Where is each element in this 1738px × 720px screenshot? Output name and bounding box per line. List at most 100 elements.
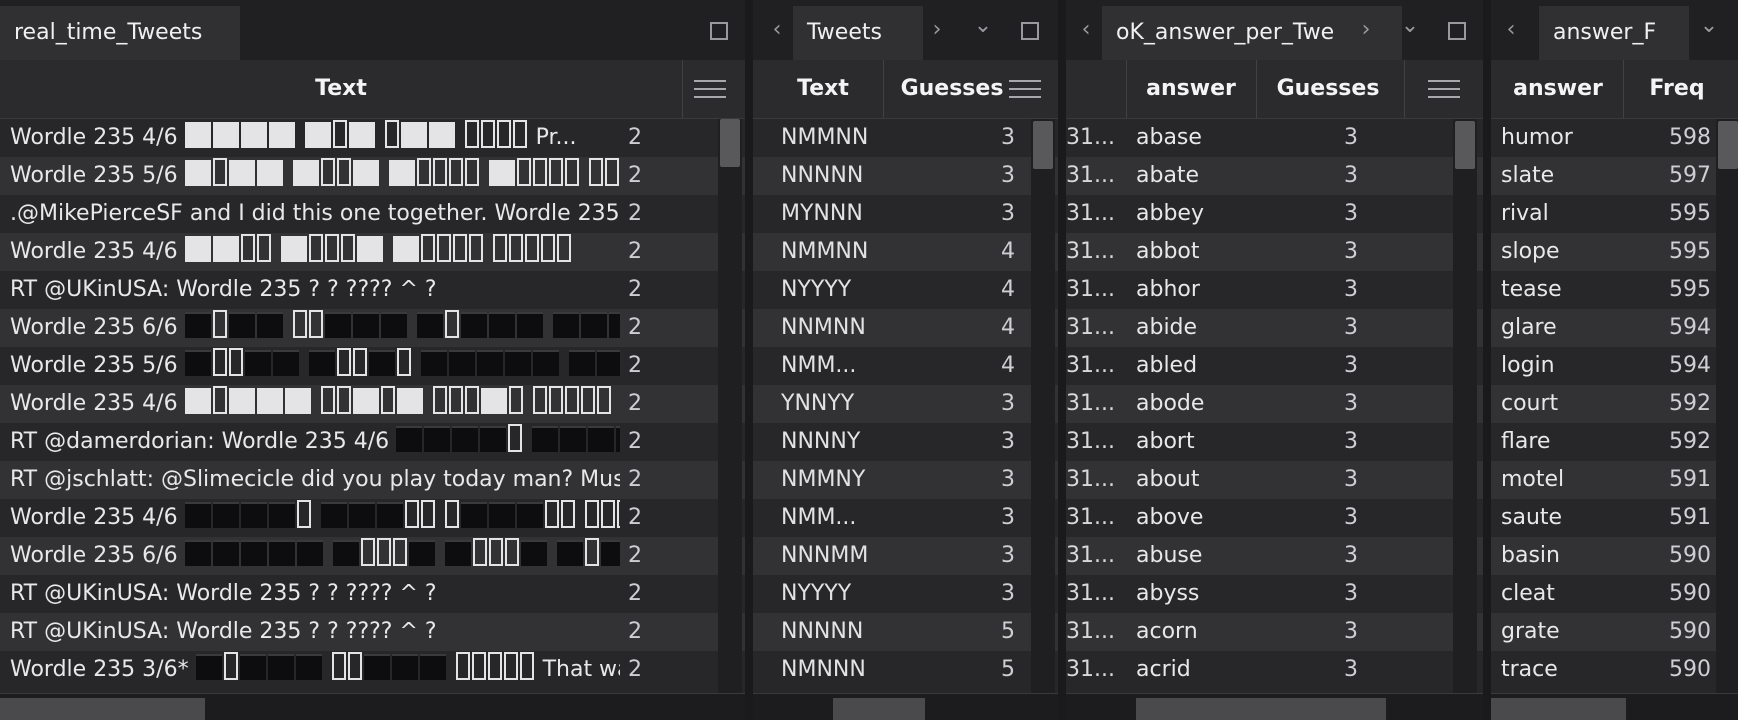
guesses-cell[interactable]: 3: [1266, 347, 1358, 385]
tab-answer-freq[interactable]: answer_F: [1539, 6, 1689, 60]
guesses-cell[interactable]: 3: [1266, 309, 1358, 347]
answer-cell[interactable]: saute: [1501, 499, 1611, 537]
table-row[interactable]: motel 591: [1491, 461, 1738, 499]
table-row[interactable]: flare 592: [1491, 423, 1738, 461]
guesses-cell[interactable]: 3: [903, 537, 1015, 575]
answer-cell[interactable]: cleat: [1501, 575, 1611, 613]
guesses-cell[interactable]: 3: [1266, 499, 1358, 537]
tweet-text-cell[interactable]: RT @UKinUSA: Wordle 235 ? ? ???? ^ ?: [10, 271, 620, 309]
id-cell[interactable]: 31...: [1066, 195, 1116, 233]
table-row[interactable]: NMMNN 3: [753, 119, 1058, 157]
guesses-cell[interactable]: 3: [1266, 537, 1358, 575]
table-row[interactable]: NNNNN 5: [753, 613, 1058, 651]
answer-cell[interactable]: abuse: [1136, 537, 1246, 575]
maximize-icon[interactable]: [1448, 22, 1466, 40]
tweet-text-cell[interactable]: Wordle 235 6/6: [10, 537, 620, 575]
guesses-cell[interactable]: 3: [1266, 575, 1358, 613]
horizontal-scrollbar[interactable]: [753, 693, 1058, 720]
menu-icon[interactable]: [1428, 74, 1460, 104]
answer-cell[interactable]: slope: [1501, 233, 1611, 271]
answer-cell[interactable]: above: [1136, 499, 1246, 537]
tweet-text-cell[interactable]: Wordle 235 4/6: [10, 499, 620, 537]
table-row[interactable]: 31... abbot 3: [1066, 233, 1483, 271]
answer-cell[interactable]: rival: [1501, 195, 1611, 233]
table-row[interactable]: RT @UKinUSA: Wordle 235 ? ? ???? ^ ? 2: [0, 575, 745, 613]
scroll-thumb[interactable]: [1033, 121, 1053, 169]
tweet-text-cell[interactable]: Wordle 235 4/6: [10, 385, 620, 423]
column-header-guesses[interactable]: Guesses: [1258, 60, 1398, 118]
table-row[interactable]: RT @damerdorian: Wordle 235 4/6 ... 2: [0, 423, 745, 461]
text-cell[interactable]: NYYYY: [781, 575, 891, 613]
table-row[interactable]: 31... above 3: [1066, 499, 1483, 537]
chevron-down-icon[interactable]: ⌄: [971, 14, 995, 38]
answer-cell[interactable]: motel: [1501, 461, 1611, 499]
freq-cell[interactable]: 590: [1631, 537, 1711, 575]
menu-icon[interactable]: [1009, 74, 1041, 104]
guesses-cell[interactable]: 4: [903, 347, 1015, 385]
chevron-down-icon[interactable]: ⌄: [1398, 14, 1422, 38]
text-cell[interactable]: NMNNN: [781, 651, 891, 689]
tab-tweets[interactable]: Tweets: [793, 6, 923, 60]
answer-cell[interactable]: abbey: [1136, 195, 1246, 233]
maximize-icon[interactable]: [710, 22, 728, 40]
table-row[interactable]: NMM... 3: [753, 499, 1058, 537]
table-row[interactable]: Wordle 235 4/6 2: [0, 385, 745, 423]
tweet-text-cell[interactable]: Wordle 235 6/6 ...: [10, 309, 620, 347]
tab-real-time-tweets[interactable]: real_time_Tweets: [0, 6, 240, 60]
table-row[interactable]: grate 590: [1491, 613, 1738, 651]
table-row[interactable]: tease 595: [1491, 271, 1738, 309]
table-row[interactable]: Wordle 235 6/6 2: [0, 537, 745, 575]
answer-cell[interactable]: glare: [1501, 309, 1611, 347]
tweet-text-cell[interactable]: RT @jschlatt: @Slimecicle did you play t…: [10, 461, 620, 499]
answer-cell[interactable]: about: [1136, 461, 1246, 499]
table-row[interactable]: 31... abhor 3: [1066, 271, 1483, 309]
freq-cell[interactable]: 592: [1631, 385, 1711, 423]
tweet-text-cell[interactable]: Wordle 235 5/6 ...: [10, 157, 620, 195]
id-cell[interactable]: 31...: [1066, 119, 1116, 157]
text-cell[interactable]: NNNMM: [781, 537, 891, 575]
answer-cell[interactable]: abase: [1136, 119, 1246, 157]
freq-cell[interactable]: 590: [1631, 575, 1711, 613]
tweet-text-cell[interactable]: .@MikePierceSF and I did this one togeth…: [10, 195, 620, 233]
guesses-cell[interactable]: 3: [903, 157, 1015, 195]
column-header-answer[interactable]: answer: [1491, 60, 1625, 118]
vertical-scrollbar[interactable]: [718, 119, 742, 694]
text-cell[interactable]: NNNNN: [781, 157, 891, 195]
table-row[interactable]: Wordle 235 5/6 ... 2: [0, 157, 745, 195]
answer-cell[interactable]: basin: [1501, 537, 1611, 575]
table-row[interactable]: YNNYY 3: [753, 385, 1058, 423]
answer-cell[interactable]: acorn: [1136, 613, 1246, 651]
column-header-text[interactable]: Text: [0, 60, 682, 118]
text-cell[interactable]: NMMNY: [781, 461, 891, 499]
guesses-cell[interactable]: 4: [903, 233, 1015, 271]
table-row[interactable]: 31... acrid 3: [1066, 651, 1483, 689]
table-row[interactable]: basin 590: [1491, 537, 1738, 575]
id-cell[interactable]: 31...: [1066, 537, 1116, 575]
chevron-left-icon[interactable]: ‹: [1499, 18, 1523, 42]
guesses-cell[interactable]: 3: [1266, 651, 1358, 689]
tweet-text-cell[interactable]: RT @UKinUSA: Wordle 235 ? ? ???? ^ ?: [10, 575, 620, 613]
table-row[interactable]: NMMNY 3: [753, 461, 1058, 499]
chevron-left-icon[interactable]: ‹: [765, 18, 789, 42]
freq-cell[interactable]: 594: [1631, 309, 1711, 347]
table-row[interactable]: glare 594: [1491, 309, 1738, 347]
table-row[interactable]: MYNNN 3: [753, 195, 1058, 233]
table-row[interactable]: Wordle 235 5/6 ... 2: [0, 347, 745, 385]
table-row[interactable]: .@MikePierceSF and I did this one togeth…: [0, 195, 745, 233]
scroll-thumb[interactable]: [1718, 121, 1738, 169]
answer-cell[interactable]: grate: [1501, 613, 1611, 651]
table-row[interactable]: 31... abode 3: [1066, 385, 1483, 423]
freq-cell[interactable]: 591: [1631, 461, 1711, 499]
answer-cell[interactable]: humor: [1501, 119, 1611, 157]
answer-cell[interactable]: abled: [1136, 347, 1246, 385]
id-cell[interactable]: 31...: [1066, 271, 1116, 309]
table-row[interactable]: 31... abled 3: [1066, 347, 1483, 385]
text-cell[interactable]: NMMNN: [781, 233, 891, 271]
text-cell[interactable]: MYNNN: [781, 195, 891, 233]
guesses-cell[interactable]: 3: [1266, 385, 1358, 423]
answer-cell[interactable]: abyss: [1136, 575, 1246, 613]
freq-cell[interactable]: 592: [1631, 423, 1711, 461]
table-row[interactable]: 31... abbey 3: [1066, 195, 1483, 233]
text-cell[interactable]: NMM...: [781, 499, 891, 537]
table-row[interactable]: Wordle 235 6/6 ... 2: [0, 309, 745, 347]
